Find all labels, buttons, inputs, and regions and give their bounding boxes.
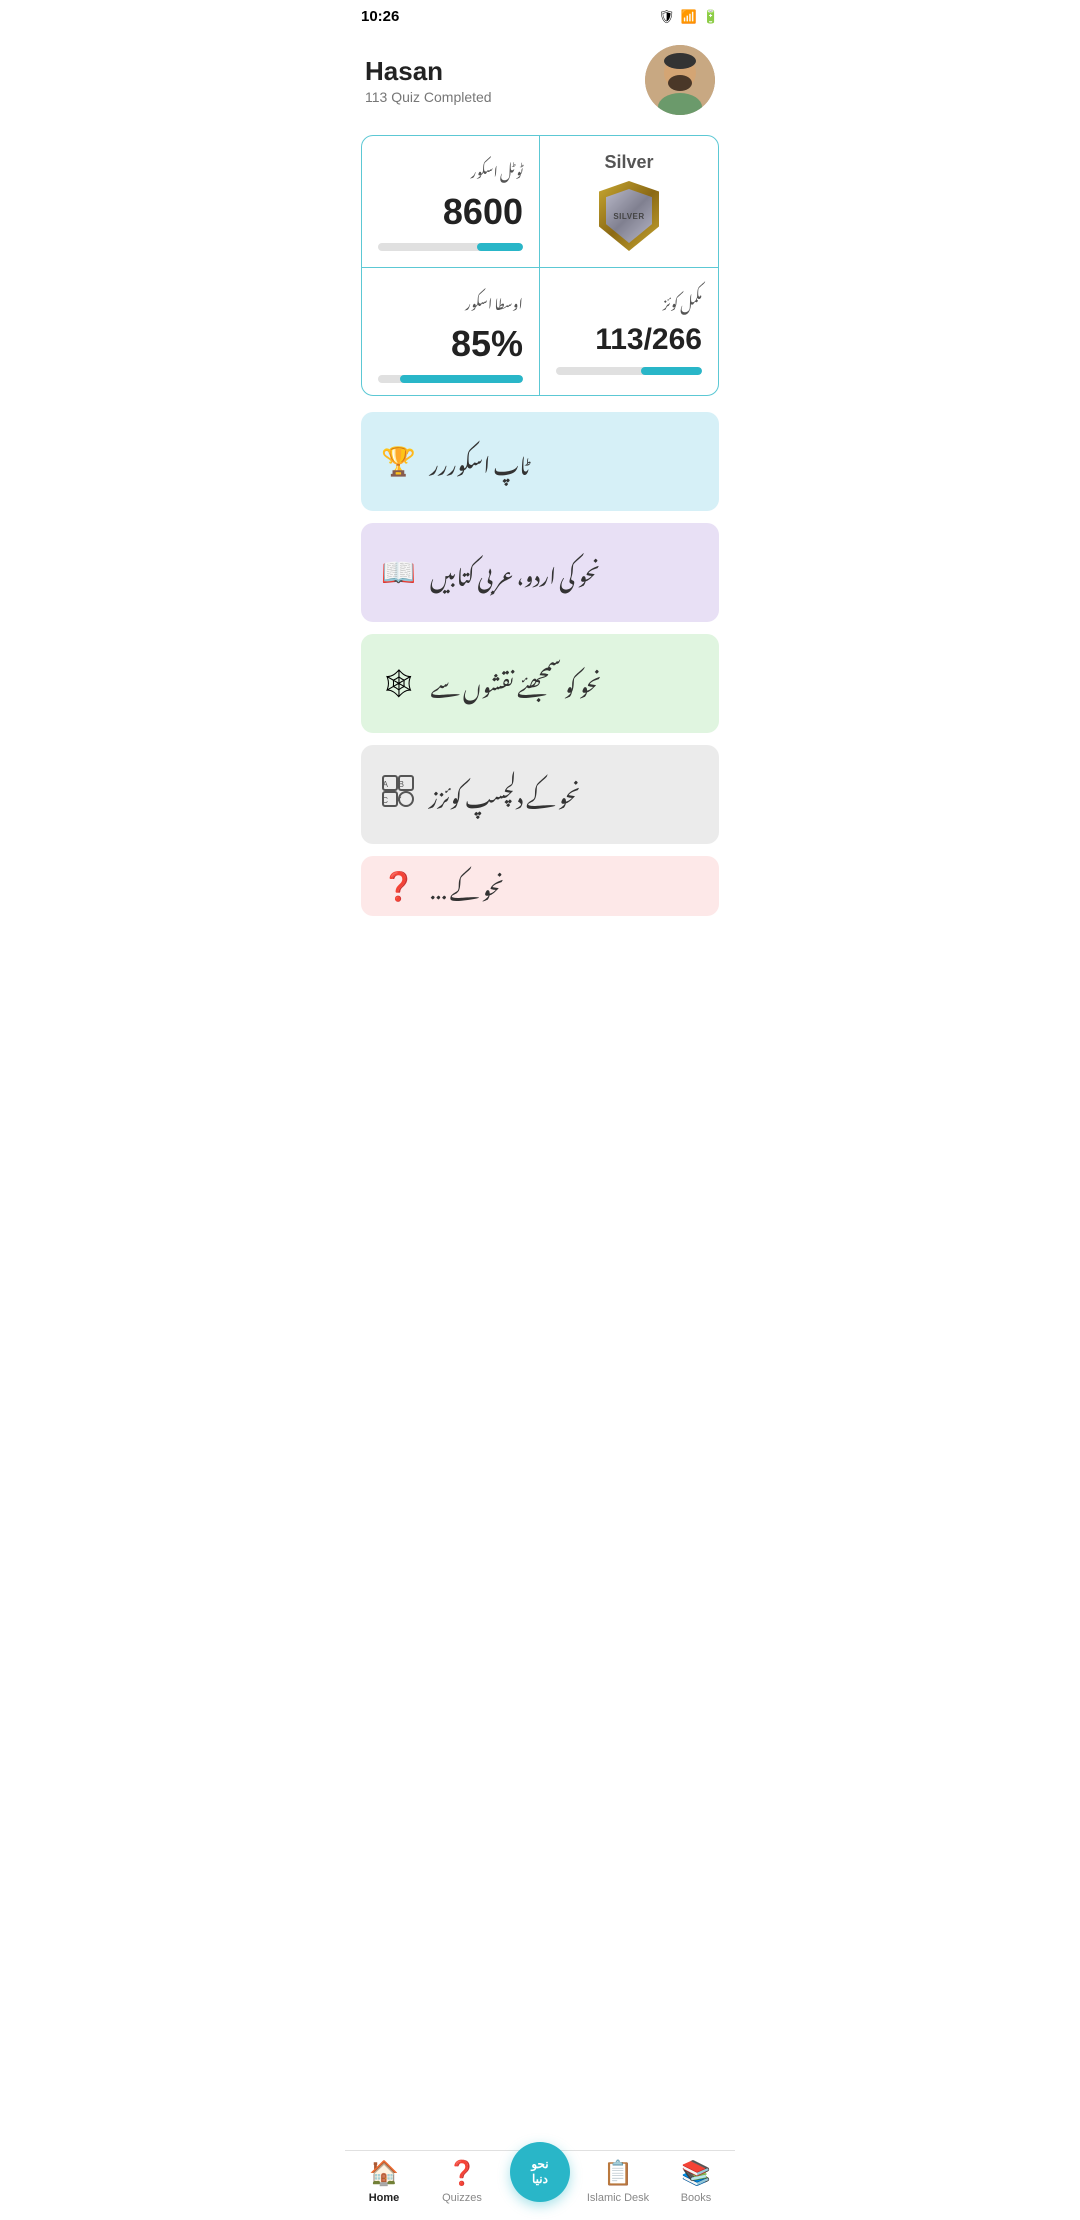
svg-text:C: C — [382, 796, 388, 805]
status-icons: 🛡 📶 🔋 — [658, 9, 719, 25]
svg-text:A: A — [383, 780, 389, 789]
avatar-image — [645, 45, 715, 115]
total-score-progress-bar — [378, 243, 523, 251]
books-menu-item[interactable]: نحو کی اردو، عربی کتابیں 📖 — [361, 523, 719, 622]
avg-score-progress-fill — [400, 375, 523, 383]
nav-islamic-desk[interactable]: 📋 Islamic Desk — [579, 2159, 657, 2204]
quizzes-menu-item[interactable]: نحو کے دلچسپ کوئزز A B C ✓ — [361, 745, 719, 844]
avg-score-value: 85% — [378, 323, 523, 365]
trophy-icon: 🏆 — [381, 445, 416, 478]
badge-text: SILVER — [613, 212, 644, 221]
user-name: Hasan — [365, 56, 492, 87]
bottom-nav: 🏠 Home ❓ Quizzes نحودنیا 📋 Islamic Desk … — [345, 2150, 735, 2220]
header: Hasan 113 Quiz Completed — [345, 33, 735, 135]
nav-quizzes[interactable]: ❓ Quizzes — [423, 2159, 501, 2204]
completed-quiz-progress-fill — [641, 367, 702, 375]
wifi-icon: 📶 — [681, 9, 697, 25]
extra-menu-item[interactable]: نحو کے ... ❓ — [361, 856, 719, 916]
extra-label: نحو کے ... — [430, 859, 504, 914]
avg-score-label: اوسطا اسکور — [378, 284, 523, 319]
books-nav-icon: 📚 — [681, 2159, 711, 2188]
total-score-progress-fill — [477, 243, 523, 251]
avg-score-cell: اوسطا اسکور 85% — [362, 268, 540, 395]
nav-center-button[interactable]: نحودنیا — [501, 2162, 579, 2202]
status-time: 10:26 — [361, 8, 399, 25]
home-label: Home — [369, 2192, 400, 2204]
diagrams-menu-item[interactable]: نحو کو سمجھئے نقشوں سے 🕸 — [361, 634, 719, 733]
network-icon: 🕸 — [381, 667, 417, 700]
main-content: ٹوٹل اسکور 8600 Silver SILVER اوسطا اسکو… — [345, 135, 735, 1008]
total-score-value: 8600 — [378, 191, 523, 233]
badge-inner-text: SILVER — [606, 189, 652, 243]
badge-cell: Silver SILVER — [540, 136, 718, 268]
books-nav-label: Books — [681, 2192, 712, 2204]
quizzes-nav-label: Quizzes — [442, 2192, 482, 2204]
islamic-desk-label: Islamic Desk — [587, 2192, 649, 2204]
help-icon: ❓ — [381, 870, 416, 903]
svg-text:✓: ✓ — [395, 795, 403, 806]
quizzes-label: نحو کے دلچسپ کوئزز — [429, 767, 581, 822]
shield-icon: 🛡 — [658, 9, 675, 25]
avatar — [645, 45, 715, 115]
battery-icon: 🔋 — [703, 9, 719, 25]
book-icon: 📖 — [381, 556, 416, 589]
nav-home[interactable]: 🏠 Home — [345, 2159, 423, 2204]
completed-quiz-label: مکمل کوئز — [556, 284, 702, 319]
completed-quiz-value: 113/266 — [556, 323, 702, 357]
menu-section: ٹاپ اسکوررر 🏆 نحو کی اردو، عربی کتابیں 📖… — [345, 396, 735, 916]
status-bar: 10:26 🛡 📶 🔋 — [345, 0, 735, 33]
nahw-dunya-button[interactable]: نحودنیا — [510, 2142, 570, 2202]
top-scorers-menu-item[interactable]: ٹاپ اسکوررر 🏆 — [361, 412, 719, 511]
islamic-desk-icon: 📋 — [603, 2159, 633, 2188]
diagrams-label: نحو کو سمجھئے نقشوں سے — [431, 656, 602, 711]
completed-quiz-progress-bar — [556, 367, 702, 375]
total-score-cell: ٹوٹل اسکور 8600 — [362, 136, 540, 268]
quiz-icon: A B C ✓ — [381, 774, 415, 815]
silver-badge: SILVER — [594, 181, 664, 251]
svg-text:B: B — [399, 780, 404, 789]
books-label: نحو کی اردو، عربی کتابیں — [430, 545, 600, 600]
quizzes-nav-icon: ❓ — [447, 2159, 477, 2188]
quiz-completed-subtitle: 113 Quiz Completed — [365, 89, 492, 105]
badge-shield: SILVER — [599, 181, 659, 251]
stats-grid: ٹوٹل اسکور 8600 Silver SILVER اوسطا اسکو… — [361, 135, 719, 396]
nav-books[interactable]: 📚 Books — [657, 2159, 735, 2204]
home-icon: 🏠 — [369, 2159, 399, 2188]
avg-score-progress-bar — [378, 375, 523, 383]
completed-quiz-cell: مکمل کوئز 113/266 — [540, 268, 718, 395]
nahw-dunya-label: نحودنیا — [531, 2157, 548, 2186]
total-score-label: ٹوٹل اسکور — [378, 152, 523, 187]
top-scorers-label: ٹاپ اسکوررر — [430, 434, 530, 489]
badge-label: Silver — [604, 152, 653, 173]
header-info: Hasan 113 Quiz Completed — [365, 56, 492, 105]
